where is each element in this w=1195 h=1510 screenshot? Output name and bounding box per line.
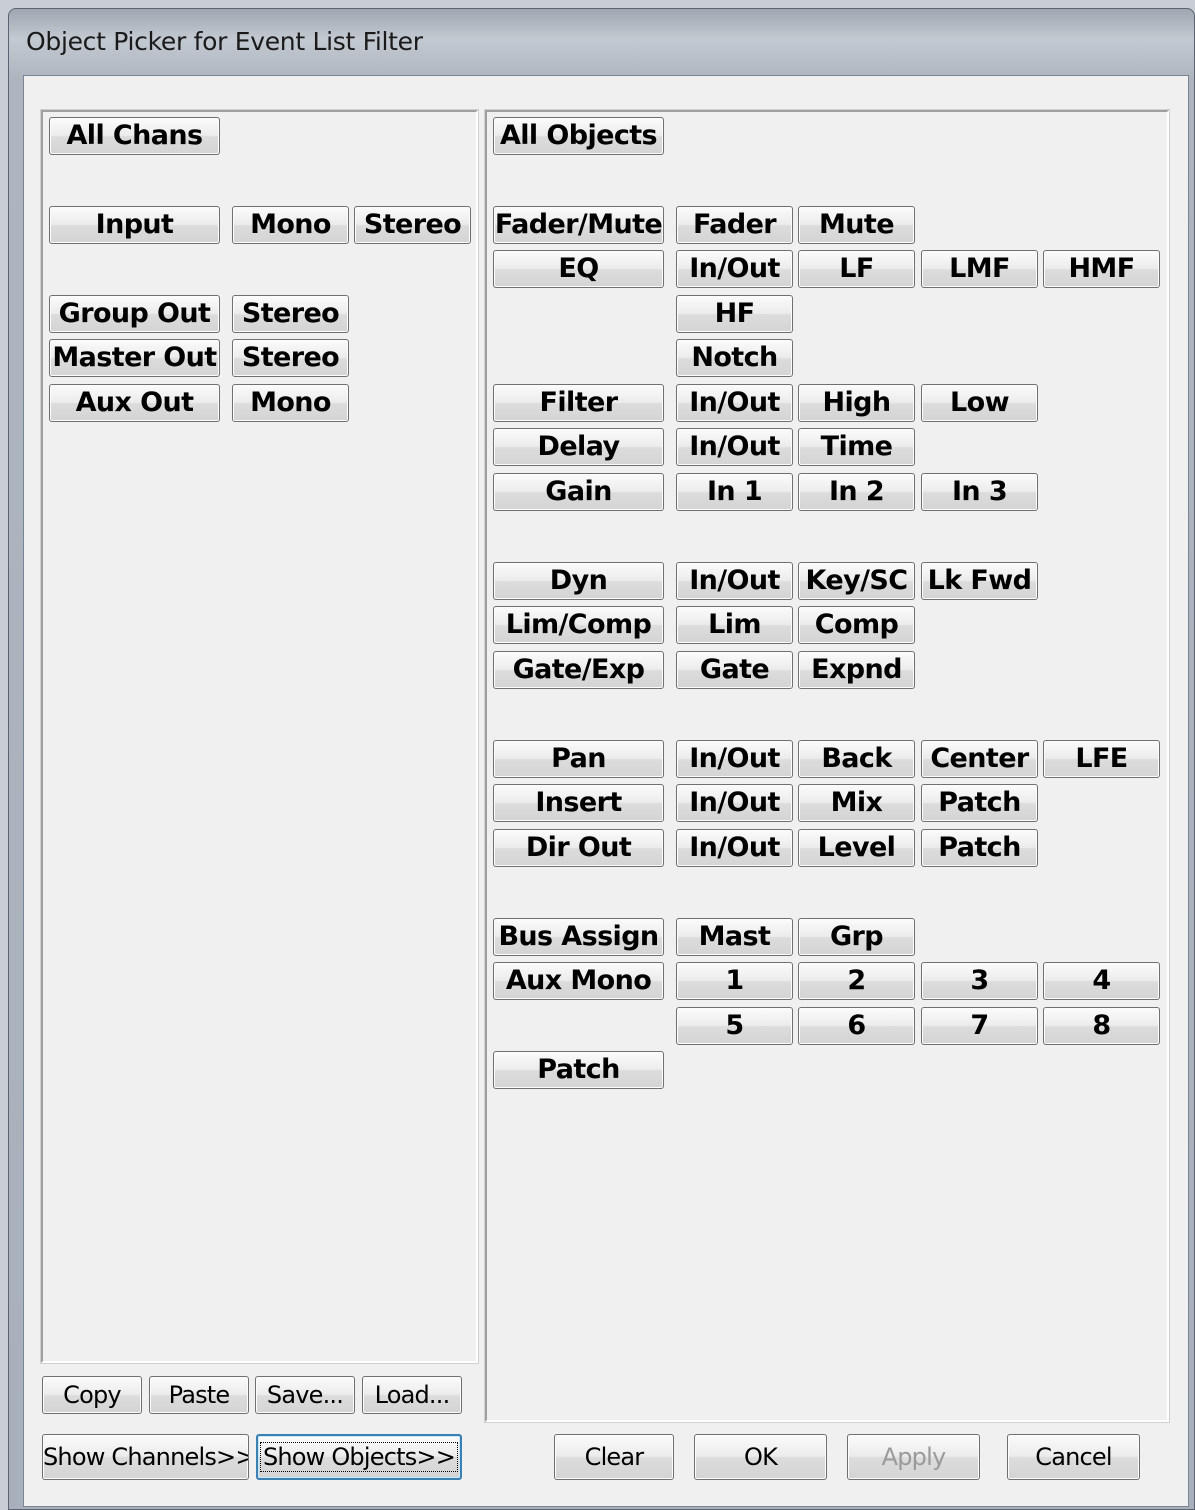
dyn-keysc-button[interactable]: Key/SC [798,562,915,600]
pan-button[interactable]: Pan [493,740,664,778]
eq-lmf-button[interactable]: LMF [921,250,1038,288]
pan-center-button[interactable]: Center [921,740,1038,778]
group-out-stereo-button[interactable]: Stereo [232,295,349,333]
lim-button[interactable]: Lim [676,606,793,644]
expnd-button[interactable]: Expnd [798,651,915,689]
input-stereo-button[interactable]: Stereo [354,206,471,244]
filter-low-button[interactable]: Low [921,384,1038,422]
channels-panel: All Chans Input Mono Stereo Group Out St… [40,109,479,1364]
insert-mix-button[interactable]: Mix [798,784,915,822]
show-objects-label: Show Objects>> [259,1442,459,1472]
gain-in3-button[interactable]: In 3 [921,473,1038,511]
dirout-level-button[interactable]: Level [798,829,915,867]
dialog-window: Object Picker for Event List Filter All … [8,8,1195,1510]
gate-button[interactable]: Gate [676,651,793,689]
filter-button[interactable]: Filter [493,384,664,422]
master-out-button[interactable]: Master Out [49,339,220,377]
aux-out-mono-button[interactable]: Mono [232,384,349,422]
cancel-button[interactable]: Cancel [1007,1434,1140,1480]
delay-time-button[interactable]: Time [798,428,915,466]
delay-inout-button[interactable]: In/Out [676,428,793,466]
aux-5-button[interactable]: 5 [676,1007,793,1045]
all-chans-button[interactable]: All Chans [49,117,220,155]
pan-back-button[interactable]: Back [798,740,915,778]
all-objects-button[interactable]: All Objects [493,117,664,155]
pan-inout-button[interactable]: In/Out [676,740,793,778]
insert-patch-button[interactable]: Patch [921,784,1038,822]
fader-mute-button[interactable]: Fader/Mute [493,206,664,244]
delay-button[interactable]: Delay [493,428,664,466]
copy-button[interactable]: Copy [42,1376,142,1414]
gain-in1-button[interactable]: In 1 [676,473,793,511]
aux-mono-button[interactable]: Aux Mono [493,962,664,1000]
aux-7-button[interactable]: 7 [921,1007,1038,1045]
gateexp-button[interactable]: Gate/Exp [493,651,664,689]
aux-6-button[interactable]: 6 [798,1007,915,1045]
filter-inout-button[interactable]: In/Out [676,384,793,422]
window-title: Object Picker for Event List Filter [26,27,423,56]
aux-1-button[interactable]: 1 [676,962,793,1000]
dyn-inout-button[interactable]: In/Out [676,562,793,600]
group-out-button[interactable]: Group Out [49,295,220,333]
show-objects-button[interactable]: Show Objects>> [256,1434,462,1480]
aux-8-button[interactable]: 8 [1043,1007,1160,1045]
ok-button[interactable]: OK [694,1434,827,1480]
show-channels-button[interactable]: Show Channels>> [42,1434,249,1480]
load-button[interactable]: Load... [362,1376,462,1414]
aux-2-button[interactable]: 2 [798,962,915,1000]
filter-high-button[interactable]: High [798,384,915,422]
bus-assign-button[interactable]: Bus Assign [493,918,664,956]
dirout-patch-button[interactable]: Patch [921,829,1038,867]
dialog-client-area: All Chans Input Mono Stereo Group Out St… [23,75,1189,1507]
insert-button[interactable]: Insert [493,784,664,822]
apply-button[interactable]: Apply [847,1434,980,1480]
eq-button[interactable]: EQ [493,250,664,288]
dirout-inout-button[interactable]: In/Out [676,829,793,867]
eq-lf-button[interactable]: LF [798,250,915,288]
eq-inout-button[interactable]: In/Out [676,250,793,288]
gain-in2-button[interactable]: In 2 [798,473,915,511]
aux-out-button[interactable]: Aux Out [49,384,220,422]
comp-button[interactable]: Comp [798,606,915,644]
pan-lfe-button[interactable]: LFE [1043,740,1160,778]
mute-button[interactable]: Mute [798,206,915,244]
eq-notch-button[interactable]: Notch [676,339,793,377]
insert-inout-button[interactable]: In/Out [676,784,793,822]
aux-3-button[interactable]: 3 [921,962,1038,1000]
patch-button[interactable]: Patch [493,1051,664,1089]
eq-hf-button[interactable]: HF [676,295,793,333]
fader-button[interactable]: Fader [676,206,793,244]
dyn-button[interactable]: Dyn [493,562,664,600]
dirout-button[interactable]: Dir Out [493,829,664,867]
title-bar[interactable]: Object Picker for Event List Filter [9,9,1194,77]
clear-button[interactable]: Clear [554,1434,674,1480]
paste-button[interactable]: Paste [149,1376,249,1414]
input-mono-button[interactable]: Mono [232,206,349,244]
input-button[interactable]: Input [49,206,220,244]
aux-4-button[interactable]: 4 [1043,962,1160,1000]
dyn-lkfwd-button[interactable]: Lk Fwd [921,562,1038,600]
objects-panel: All Objects Fader/Mute Fader Mute EQ In/… [484,109,1170,1423]
eq-hmf-button[interactable]: HMF [1043,250,1160,288]
limcomp-button[interactable]: Lim/Comp [493,606,664,644]
bus-mast-button[interactable]: Mast [676,918,793,956]
master-out-stereo-button[interactable]: Stereo [232,339,349,377]
gain-button[interactable]: Gain [493,473,664,511]
bus-grp-button[interactable]: Grp [798,918,915,956]
save-button[interactable]: Save... [255,1376,355,1414]
